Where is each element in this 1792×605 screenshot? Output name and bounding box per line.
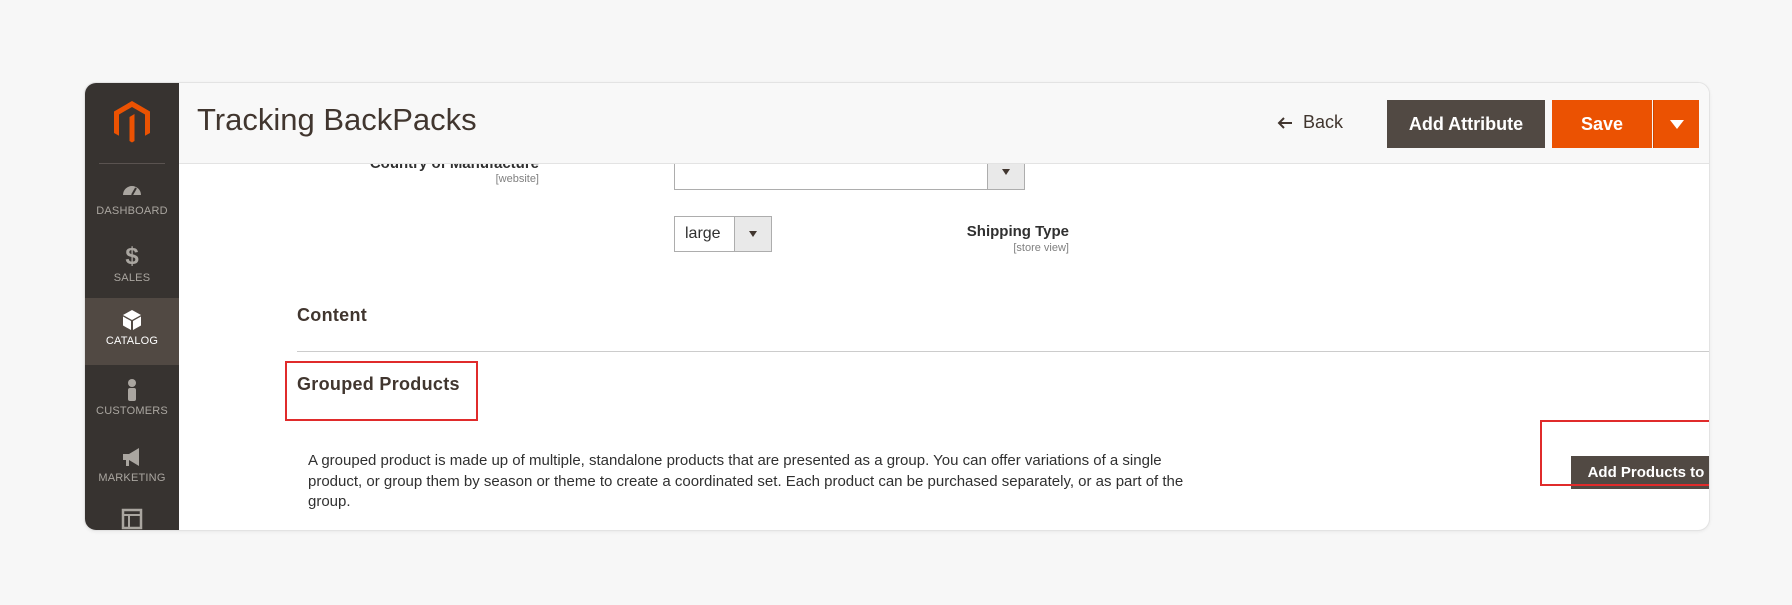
- chevron-down-icon: [1670, 120, 1684, 129]
- country-field-row: Country of Manufacture [website]: [179, 164, 1179, 194]
- sidebar-item-content[interactable]: [85, 497, 179, 530]
- add-attribute-button[interactable]: Add Attribute: [1387, 100, 1545, 148]
- back-label: Back: [1303, 112, 1344, 132]
- admin-sidebar: DASHBOARD $ SALES CATALOG CUSTOMERS MARK…: [85, 83, 179, 530]
- sidebar-divider: [99, 163, 165, 164]
- chevron-down-icon: [1002, 169, 1010, 175]
- shipping-select-value: large: [685, 225, 721, 242]
- dashboard-icon: [123, 186, 141, 196]
- save-options-toggle[interactable]: [1653, 100, 1699, 148]
- shipping-field-scope: [store view]: [1013, 242, 1069, 254]
- sidebar-item-label: MARKETING: [98, 472, 166, 484]
- sidebar-item-label: DASHBOARD: [96, 205, 168, 217]
- sidebar-item-sales[interactable]: $ SALES: [85, 235, 179, 302]
- highlight-box: [285, 361, 478, 421]
- content-icon: [121, 508, 143, 530]
- sidebar-item-customers[interactable]: CUSTOMERS: [85, 368, 179, 435]
- dollar-icon: $: [125, 243, 139, 270]
- magento-logo-icon: [114, 101, 150, 143]
- sidebar-item-label: SALES: [113, 272, 151, 284]
- country-select-arrow: [987, 164, 1024, 189]
- megaphone-icon: [123, 448, 139, 466]
- arrow-left-icon: [1277, 116, 1292, 129]
- sidebar-item-marketing[interactable]: MARKETING: [85, 435, 179, 502]
- admin-window: DASHBOARD $ SALES CATALOG CUSTOMERS MARK…: [84, 82, 1710, 531]
- save-button[interactable]: Save: [1552, 100, 1652, 148]
- back-button[interactable]: Back: [1277, 112, 1343, 133]
- highlight-box: [1540, 420, 1709, 486]
- product-form: Country of Manufacture [website] Shippin…: [179, 164, 1709, 530]
- chevron-down-icon: [749, 231, 757, 237]
- magento-logo[interactable]: [85, 83, 179, 163]
- page-title: Tracking BackPacks: [197, 102, 477, 137]
- country-field-scope: [website]: [495, 173, 539, 185]
- cube-icon: [123, 310, 141, 330]
- shipping-type-select[interactable]: large: [674, 216, 772, 252]
- sidebar-item-label: CUSTOMERS: [96, 405, 168, 417]
- sidebar-item-dashboard[interactable]: DASHBOARD: [85, 168, 179, 235]
- grouped-products-description: A grouped product is made up of multiple…: [308, 452, 1184, 510]
- country-select[interactable]: [674, 164, 1025, 190]
- sidebar-item-catalog[interactable]: CATALOG: [85, 298, 179, 365]
- page-header: Tracking BackPacks Back Add Attribute Sa…: [179, 83, 1709, 164]
- country-field-label: Country of Manufacture: [370, 164, 539, 172]
- sidebar-item-label: CATALOG: [105, 335, 159, 347]
- shipping-select-arrow: [734, 217, 771, 251]
- person-icon: [128, 379, 136, 401]
- section-divider: [297, 351, 1709, 352]
- shipping-field-label: Shipping Type: [966, 223, 1069, 240]
- content-section-title: Content: [297, 305, 368, 325]
